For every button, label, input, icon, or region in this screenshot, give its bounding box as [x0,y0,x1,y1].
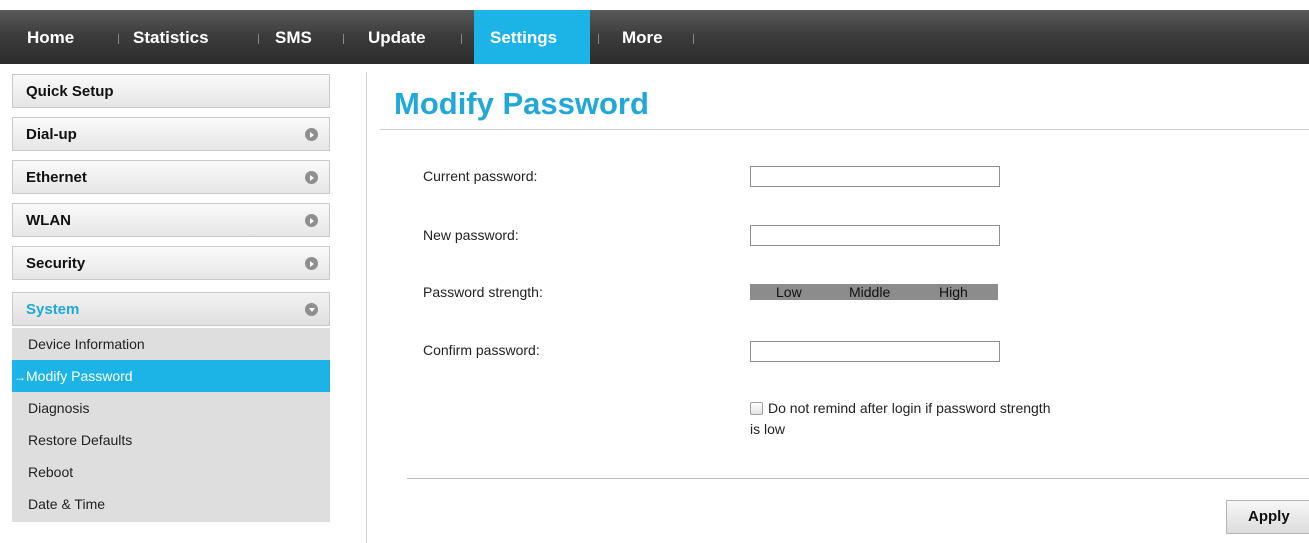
page-title: Modify Password [394,86,649,121]
current-password-label: Current password: [423,168,538,184]
strength-high: High [939,284,968,300]
sidebar-item-quick-setup[interactable]: Quick Setup [12,74,330,108]
sidebar-item-label: WLAN [26,212,71,229]
submenu-item-date-time[interactable]: Date & Time [12,488,330,520]
nav-separator [693,34,694,44]
sidebar-item-system[interactable]: System [12,292,330,326]
content-divider [366,72,367,543]
sidebar-item-label: Dial-up [26,126,77,143]
nav-settings[interactable]: Settings [474,10,590,64]
sidebar-item-label: System [26,301,80,318]
confirm-password-label: Confirm password: [423,342,540,358]
nav-sms[interactable]: SMS [275,10,312,64]
confirm-password-input[interactable] [750,341,1000,362]
submenu-item-restore-defaults[interactable]: Restore Defaults [12,424,330,456]
current-password-input[interactable] [750,166,1000,187]
password-strength-label: Password strength: [423,284,543,300]
strength-low: Low [776,284,802,300]
nav-more[interactable]: More [622,10,663,64]
nav-update[interactable]: Update [368,10,426,64]
sidebar-item-label: Quick Setup [26,83,114,100]
nav-separator [343,34,344,44]
remind-checkbox-label: Do not remind after login if password st… [768,400,1051,416]
new-password-input[interactable] [750,225,1000,246]
main-nav: Home Statistics SMS Update Settings More [0,10,1309,64]
chevron-down-icon [305,303,318,316]
chevron-right-icon [305,257,318,270]
submenu-item-modify-password[interactable]: →Modify Password [12,360,330,392]
sidebar-item-wlan[interactable]: WLAN [12,203,330,237]
sidebar-item-label: Ethernet [26,169,87,186]
sidebar-item-dial-up[interactable]: Dial-up [12,117,330,151]
nav-separator [598,34,599,44]
submenu-item-label: Modify Password [26,368,133,384]
sidebar-item-security[interactable]: Security [12,246,330,280]
strength-middle: Middle [849,284,891,300]
chevron-right-icon [305,128,318,141]
remind-checkbox[interactable] [750,402,763,415]
title-divider [380,129,1309,130]
nav-separator [461,34,462,44]
arrow-right-icon: → [14,370,26,384]
top-strip [0,0,1309,10]
form-divider [407,478,1309,479]
nav-statistics[interactable]: Statistics [133,10,209,64]
apply-button[interactable]: Apply [1226,500,1309,534]
remind-checkbox-label-cont: is low [750,421,786,437]
submenu-item-diagnosis[interactable]: Diagnosis [12,392,330,424]
nav-separator [258,34,259,44]
submenu-item-reboot[interactable]: Reboot [12,456,330,488]
nav-separator [118,34,119,44]
new-password-label: New password: [423,227,519,243]
system-submenu: Device Information →Modify Password Diag… [12,328,330,522]
submenu-item-device-information[interactable]: Device Information [12,328,330,360]
chevron-right-icon [305,171,318,184]
sidebar-item-label: Security [26,255,86,272]
nav-home[interactable]: Home [27,10,74,64]
chevron-right-icon [305,214,318,227]
sidebar-item-ethernet[interactable]: Ethernet [12,160,330,194]
password-strength-meter: Low Middle High [750,284,998,300]
